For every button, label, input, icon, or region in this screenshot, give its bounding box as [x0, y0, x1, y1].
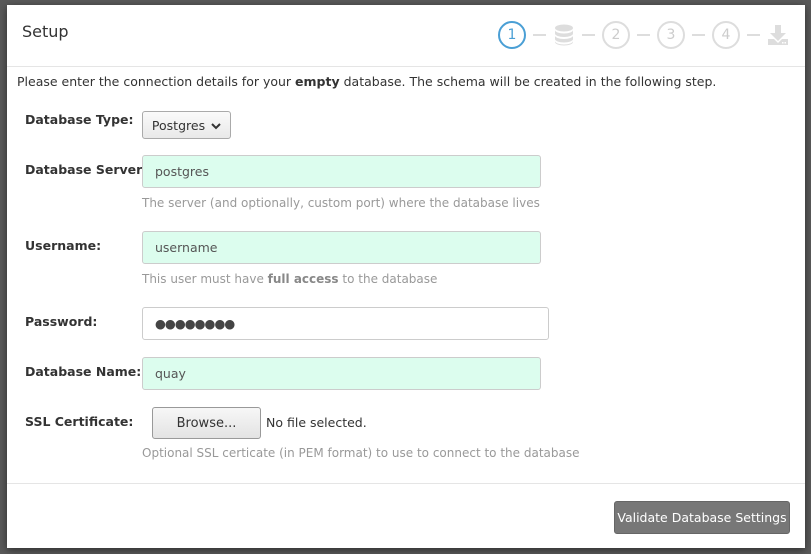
- chevron-down-icon: [211, 118, 221, 133]
- username-label: Username:: [25, 238, 102, 253]
- database-name-label: Database Name:: [25, 364, 142, 379]
- database-name-input[interactable]: quay: [142, 357, 541, 390]
- step-connector: [692, 34, 705, 36]
- file-status: No file selected.: [266, 415, 367, 430]
- database-server-help: The server (and optionally, custom port)…: [142, 196, 540, 210]
- database-icon: [553, 23, 575, 47]
- step-connector: [582, 34, 595, 36]
- password-label: Password:: [25, 314, 98, 329]
- step-2: 2: [602, 21, 630, 49]
- database-server-input[interactable]: postgres: [142, 155, 541, 188]
- password-input[interactable]: ●●●●●●●●: [142, 307, 549, 340]
- ssl-certificate-help: Optional SSL certicate (in PEM format) t…: [142, 446, 580, 460]
- intro-text: Please enter the connection details for …: [17, 74, 717, 89]
- step-connector: [533, 34, 546, 36]
- setup-modal: Setup 1 2 3 4 Please enter the connectio…: [7, 5, 805, 548]
- validate-database-settings-button[interactable]: Validate Database Settings: [614, 501, 790, 534]
- modal-title: Setup: [22, 22, 69, 41]
- username-input[interactable]: username: [142, 231, 541, 264]
- step-connector: [747, 34, 760, 36]
- step-4: 4: [712, 21, 740, 49]
- download-icon: [767, 23, 789, 47]
- database-server-label: Database Server:: [25, 162, 148, 177]
- step-indicator: 1 2 3 4: [498, 21, 789, 49]
- ssl-certificate-label: SSL Certificate:: [25, 414, 134, 429]
- database-type-select[interactable]: Postgres: [142, 111, 231, 139]
- database-type-label: Database Type:: [25, 112, 134, 127]
- step-3: 3: [657, 21, 685, 49]
- modal-footer: Validate Database Settings: [7, 483, 805, 549]
- username-help: This user must have full access to the d…: [142, 272, 438, 286]
- step-1: 1: [498, 21, 526, 49]
- step-connector: [637, 34, 650, 36]
- browse-button[interactable]: Browse...: [152, 407, 261, 439]
- modal-header: Setup 1 2 3 4: [7, 5, 805, 67]
